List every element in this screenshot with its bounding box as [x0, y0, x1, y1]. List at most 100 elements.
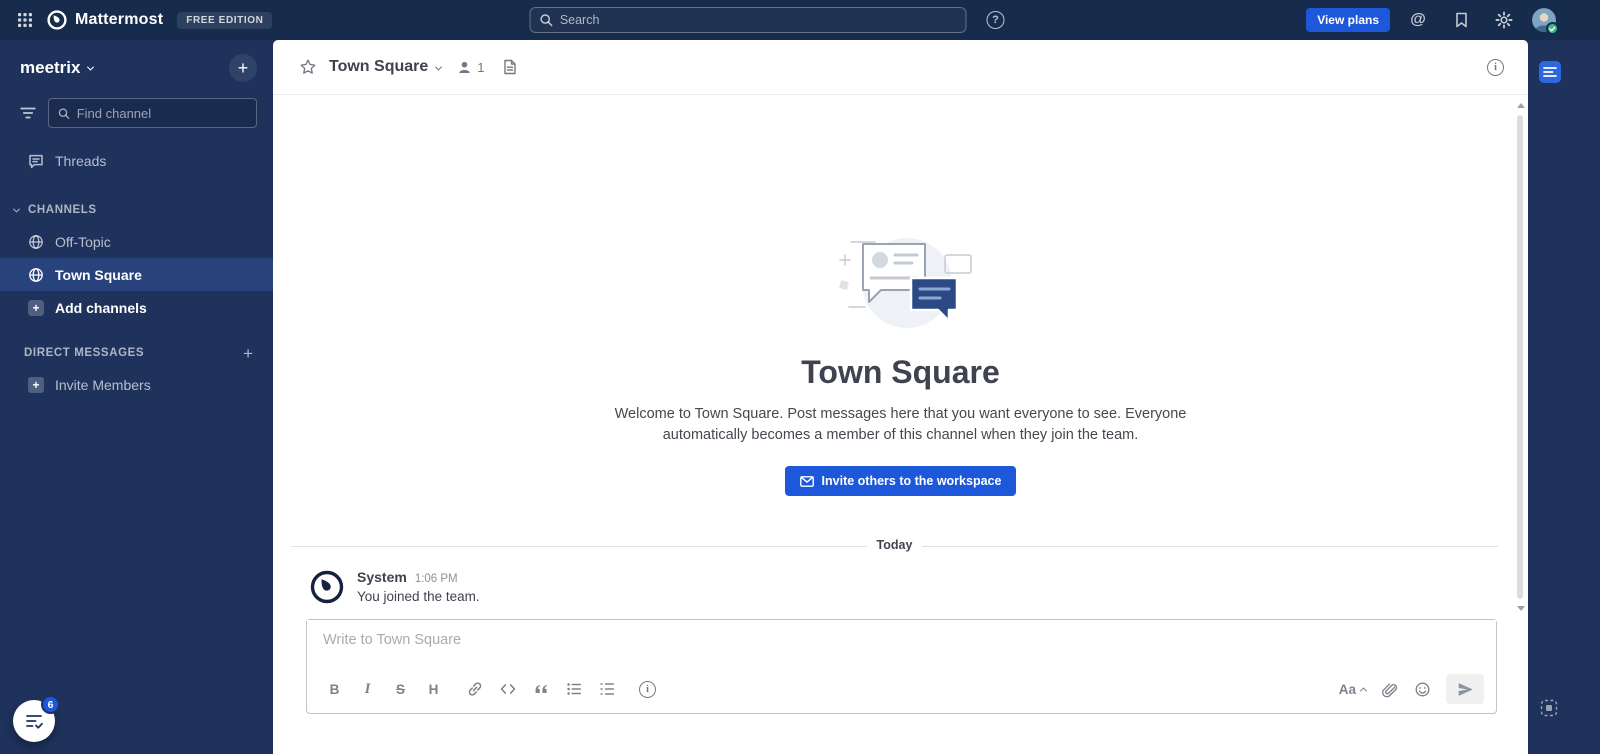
team-menu-button[interactable]: meetrix: [20, 58, 95, 78]
message-list: Town Square Welcome to Town Square. Post…: [273, 95, 1528, 617]
checklist-count-badge: 6: [41, 695, 60, 714]
help-button[interactable]: ?: [981, 5, 1011, 35]
threads-label: Threads: [55, 152, 107, 169]
settings-button[interactable]: [1489, 5, 1519, 35]
star-icon: [300, 59, 316, 74]
at-icon: @: [1410, 11, 1426, 28]
link-button[interactable]: [461, 676, 488, 703]
onboarding-checklist-button[interactable]: 6: [13, 695, 60, 742]
chevron-up-icon: [1359, 686, 1368, 694]
aa-label: Aa: [1338, 681, 1356, 697]
checklist-icon: [26, 715, 43, 729]
sidebar-item-threads[interactable]: Threads: [0, 144, 273, 177]
send-message-button[interactable]: [1446, 674, 1484, 704]
saved-posts-button[interactable]: [1446, 5, 1476, 35]
sidebar-item-town-square[interactable]: Town Square: [0, 258, 273, 291]
show-formatting-button[interactable]: Aa: [1335, 678, 1370, 701]
user-avatar[interactable]: [1532, 8, 1559, 35]
invite-others-button[interactable]: Invite others to the workspace: [784, 466, 1017, 497]
topbar-center: ?: [529, 5, 1011, 35]
strikethrough-button[interactable]: S: [387, 676, 414, 703]
find-channel-input[interactable]: [48, 98, 257, 128]
sidebar-item-add-channels[interactable]: + Add channels: [0, 291, 273, 324]
channel-info-button[interactable]: i: [1483, 55, 1508, 80]
formatting-help-button[interactable]: i: [634, 676, 661, 703]
attach-file-button[interactable]: [1376, 676, 1403, 703]
message-timestamp: 1:06 PM: [414, 573, 458, 585]
find-channel-field[interactable]: [76, 105, 247, 121]
add-channels-plus-button[interactable]: +: [229, 54, 257, 82]
info-icon: i: [1487, 58, 1504, 76]
emoji-button[interactable]: [1409, 676, 1436, 703]
topbar-right: View plans @: [1306, 5, 1600, 35]
bulleted-list-button[interactable]: [560, 676, 587, 703]
app-bar-bottom-button[interactable]: [1540, 699, 1558, 720]
help-icon: ?: [986, 11, 1005, 29]
channel-name: Off-Topic: [55, 233, 111, 250]
direct-messages-section-header[interactable]: DIRECT MESSAGES +: [0, 338, 273, 368]
message-text: You joined the team.: [357, 589, 480, 604]
channels-section-header[interactable]: CHANNELS: [0, 195, 273, 225]
heading-button[interactable]: H: [420, 676, 447, 703]
mentions-button[interactable]: @: [1403, 5, 1433, 35]
mattermost-logo[interactable]: Mattermost: [46, 9, 163, 31]
mattermost-logo-icon: [310, 570, 344, 604]
strikethrough-icon: S: [395, 681, 405, 697]
mattermost-logo-icon: [47, 10, 67, 30]
numbered-list-button[interactable]: [593, 676, 620, 703]
scrollbar-thumb[interactable]: [1517, 115, 1523, 599]
topbar-left: Mattermost FREE EDITION: [0, 5, 273, 35]
message-input[interactable]: [307, 620, 1496, 671]
date-divider-label: Today: [866, 538, 923, 552]
channel-filter-button[interactable]: [14, 99, 42, 127]
member-icon: [459, 61, 471, 73]
search-input[interactable]: [559, 13, 957, 27]
bulleted-list-icon: [566, 683, 581, 695]
add-channels-label: Add channels: [55, 299, 147, 316]
quote-icon: [535, 685, 547, 694]
bold-button[interactable]: B: [321, 676, 348, 703]
scrollbar[interactable]: [1514, 103, 1526, 611]
plus-square-icon: +: [28, 376, 44, 393]
plus-square-icon: +: [28, 299, 44, 316]
sidebar-item-off-topic[interactable]: Off-Topic: [0, 225, 273, 258]
global-search[interactable]: [529, 7, 967, 33]
send-icon: [1458, 682, 1473, 696]
message-sender: System: [357, 569, 407, 585]
system-avatar: [309, 569, 345, 605]
threads-icon: [29, 154, 43, 168]
search-icon: [58, 107, 70, 119]
add-direct-message-button[interactable]: +: [241, 345, 255, 362]
sidebar-item-invite-members[interactable]: + Invite Members: [0, 368, 273, 401]
invite-others-label: Invite others to the workspace: [821, 474, 1002, 489]
global-header: Mattermost FREE EDITION ? View plans @: [0, 0, 1600, 40]
product-menu-grid-icon[interactable]: [10, 5, 40, 35]
channel-files-button[interactable]: [499, 55, 521, 79]
chat-bubbles-illustration: [838, 238, 972, 328]
composer-toolbar: B I S H i Aa: [307, 671, 1496, 713]
file-icon: [503, 59, 516, 75]
filter-icon: [20, 107, 36, 119]
channel-intro: Town Square Welcome to Town Square. Post…: [273, 221, 1528, 497]
code-button[interactable]: [494, 676, 521, 703]
info-icon: i: [639, 680, 656, 698]
scroll-down-arrow[interactable]: [1517, 606, 1525, 611]
boards-icon: [1539, 61, 1561, 83]
mattermost-app: Mattermost FREE EDITION ? View plans @: [0, 0, 1600, 754]
italic-button[interactable]: I: [354, 676, 381, 703]
numbered-list-icon: [599, 683, 614, 695]
favorite-channel-button[interactable]: [295, 54, 321, 80]
bookmark-icon: [1455, 12, 1467, 28]
app-bar-plugin-button[interactable]: [1538, 60, 1562, 87]
italic-icon: I: [364, 680, 371, 697]
envelope-icon: [799, 475, 814, 487]
chevron-down-icon: [87, 63, 95, 71]
channel-title: Town Square: [329, 58, 429, 75]
channel-members-button[interactable]: 1: [457, 60, 485, 75]
channel-menu-button[interactable]: Town Square: [329, 58, 443, 76]
emoji-icon: [1415, 682, 1430, 696]
scroll-up-arrow[interactable]: [1517, 103, 1525, 108]
view-plans-button[interactable]: View plans: [1306, 8, 1390, 32]
quote-button[interactable]: [527, 676, 554, 703]
channel-header: Town Square 1 i: [273, 40, 1528, 95]
